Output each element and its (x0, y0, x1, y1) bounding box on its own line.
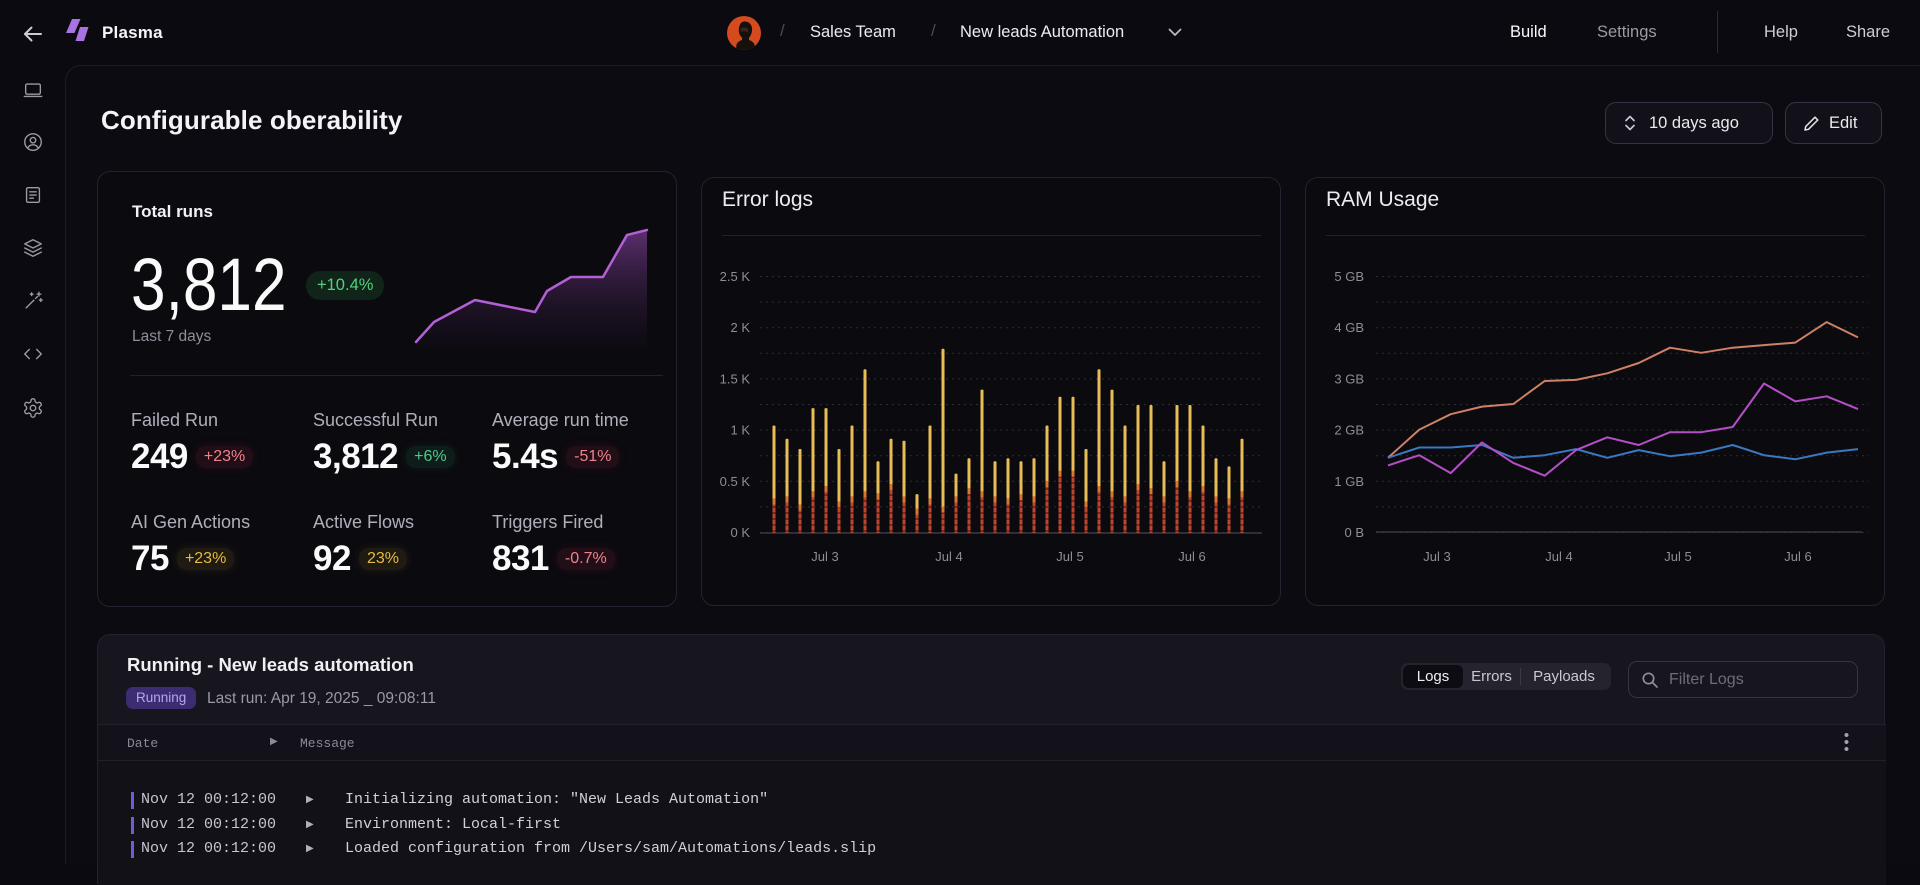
svg-text:Jul 3: Jul 3 (811, 549, 838, 564)
svg-text:Jul 5: Jul 5 (1664, 549, 1691, 564)
svg-text:2.5 K: 2.5 K (720, 269, 751, 284)
svg-text:0 B: 0 B (1344, 525, 1364, 540)
svg-text:0.5 K: 0.5 K (720, 474, 751, 489)
svg-text:Jul 3: Jul 3 (1423, 549, 1450, 564)
svg-text:Jul 4: Jul 4 (935, 549, 962, 564)
svg-text:Jul 6: Jul 6 (1784, 549, 1811, 564)
svg-text:1 K: 1 K (730, 423, 750, 438)
svg-text:Jul 4: Jul 4 (1545, 549, 1572, 564)
svg-text:4 GB: 4 GB (1334, 320, 1364, 335)
svg-text:1.5 K: 1.5 K (720, 371, 751, 386)
svg-text:2 GB: 2 GB (1334, 423, 1364, 438)
svg-text:Jul 5: Jul 5 (1056, 549, 1083, 564)
svg-text:3 GB: 3 GB (1334, 371, 1364, 386)
svg-text:5 GB: 5 GB (1334, 269, 1364, 284)
svg-text:0 K: 0 K (730, 525, 750, 540)
svg-text:1 GB: 1 GB (1334, 474, 1364, 489)
svg-text:2 K: 2 K (730, 320, 750, 335)
svg-text:Jul 6: Jul 6 (1178, 549, 1205, 564)
